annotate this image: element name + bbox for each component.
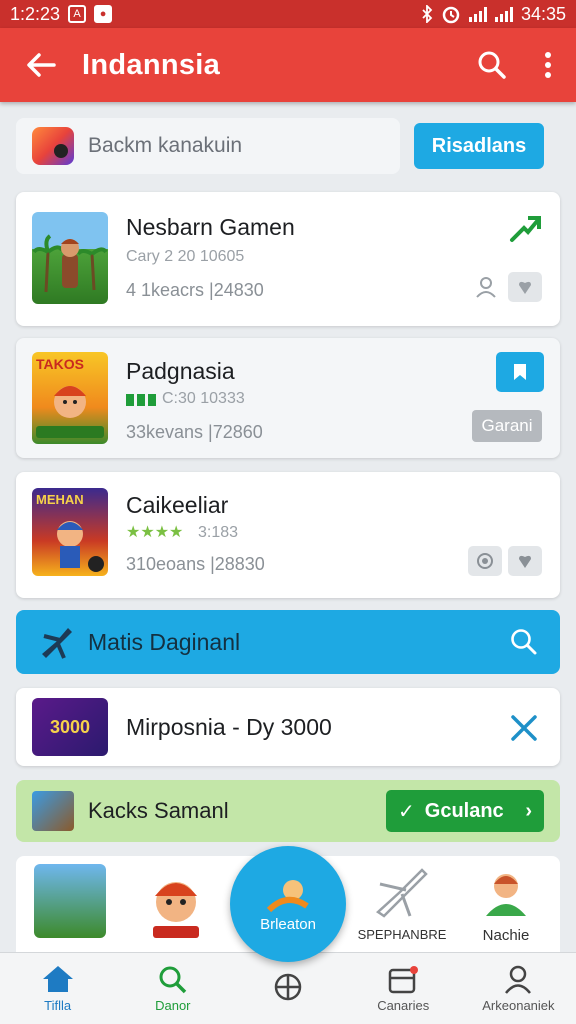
game-card[interactable]: TAKOS Padgnasia C:30 10333 33kevans |728… xyxy=(16,338,560,458)
app-bar: Indannsia xyxy=(0,28,576,102)
game-icon xyxy=(34,864,106,938)
nav-label: Arkeonaniek xyxy=(482,998,555,1013)
bluetooth-icon xyxy=(422,5,433,23)
page-title: Indannsia xyxy=(82,48,221,81)
game-title: Caikeeliar xyxy=(126,492,229,518)
game-meta: 3:183 xyxy=(198,524,239,541)
game-stats: 33kevans |72860 xyxy=(126,422,263,442)
game-stats: 310eoans |28830 xyxy=(126,554,265,574)
back-button[interactable] xyxy=(0,28,82,102)
app-shortcut[interactable] xyxy=(126,864,226,947)
favorite-button[interactable] xyxy=(508,546,542,576)
check-icon: ✓ xyxy=(398,800,415,823)
game-meta: C:30 10333 xyxy=(162,390,245,407)
overflow-menu-button[interactable] xyxy=(520,28,576,102)
game-title: Nesbarn Gamen xyxy=(126,214,295,240)
bookmark-button[interactable] xyxy=(496,352,544,392)
game-thumbnail: MEHAN xyxy=(32,488,108,576)
bottom-nav: Tiflla Danor Canaries Arkeonaniek xyxy=(0,952,576,1024)
bookmark-icon xyxy=(514,364,526,380)
chevron-right-icon: › xyxy=(525,799,532,822)
signal-icon xyxy=(468,6,487,22)
game-thumbnail: TAKOS xyxy=(32,352,108,444)
message-icon: ● xyxy=(94,5,113,23)
search-icon xyxy=(159,966,187,994)
nav-home[interactable]: Tiflla xyxy=(0,953,115,1024)
globe-icon xyxy=(477,553,493,569)
share-button[interactable] xyxy=(468,546,502,576)
status-time: 1:2:23 xyxy=(10,3,61,24)
app-shortcut[interactable]: SPEPHANBRE xyxy=(352,864,452,942)
search-text: Backm kanakuin xyxy=(88,134,243,157)
home-icon xyxy=(42,966,73,992)
search-submit-button[interactable]: Risadlans xyxy=(414,123,544,169)
game-stats: 4 1keacrs |24830 xyxy=(126,280,264,300)
search-row: Backm kanakuin Risadlans xyxy=(16,118,560,174)
search-input[interactable]: Backm kanakuin xyxy=(16,118,400,174)
banner-game-icon xyxy=(32,791,74,831)
search-icon[interactable] xyxy=(510,628,538,656)
install-button[interactable]: Garani xyxy=(472,410,542,442)
promo-title: Mirposnia - Dy 3000 xyxy=(126,714,332,740)
nav-label: Danor xyxy=(155,998,191,1013)
app-label: SPEPHANBRE xyxy=(357,927,447,942)
game-card[interactable]: MEHAN Caikeeliar ★★★★ 3:183 310eoans |28… xyxy=(16,472,560,598)
nav-label: Canaries xyxy=(377,998,430,1013)
plane-icon xyxy=(375,868,428,918)
go-button[interactable]: ✓ Gculanc › xyxy=(386,790,544,832)
promo-banner[interactable]: Kacks Samanl ✓ Gculanc › xyxy=(16,780,560,842)
promo-thumb-text: 3000 xyxy=(49,716,91,737)
trending-arrow-icon[interactable] xyxy=(508,214,542,244)
mascot-icon xyxy=(266,879,309,912)
app-shortcut[interactable]: Nachie xyxy=(456,864,556,944)
favorite-button[interactable] xyxy=(508,272,542,302)
nav-label: Tiflla xyxy=(44,998,72,1013)
app-label: Nachie xyxy=(482,927,530,944)
promo-thumbnail: 3000 xyxy=(32,698,108,756)
status-bar: 1:2:23 A ● 34:35 xyxy=(0,0,576,28)
arrow-left-icon xyxy=(27,53,56,77)
close-icon[interactable] xyxy=(510,714,538,742)
app-shortcut[interactable] xyxy=(20,864,120,940)
heart-icon xyxy=(519,555,531,568)
girl-character-icon xyxy=(486,874,526,916)
search-icon xyxy=(478,51,506,79)
thumb-title-text: MEHAN xyxy=(36,492,84,507)
status-clock: 34:35 xyxy=(520,3,566,24)
crosshair-icon xyxy=(274,973,302,1000)
game-card[interactable]: Nesbarn Gamen Cary 2 20 10605 4 1keacrs … xyxy=(16,192,560,326)
palm-scene-icon xyxy=(32,234,108,293)
banner-label: Kacks Samanl xyxy=(88,798,229,823)
promo-card[interactable]: 3000 Mirposnia - Dy 3000 xyxy=(16,688,560,766)
fab-label: Brleaton xyxy=(260,915,316,933)
game-app-icon xyxy=(32,127,74,165)
game-meta: Cary 2 20 10605 xyxy=(126,248,245,265)
more-vert-icon xyxy=(545,52,551,78)
nav-search[interactable]: Danor xyxy=(115,953,230,1024)
person-icon xyxy=(505,965,532,994)
jet-icon xyxy=(42,628,72,659)
game-thumbnail xyxy=(32,212,108,304)
inbox-icon xyxy=(388,966,419,994)
search-button[interactable] xyxy=(464,28,520,102)
thumb-title-text: TAKOS xyxy=(36,356,84,372)
nav-categories[interactable]: Canaries xyxy=(346,953,461,1024)
nav-center[interactable] xyxy=(230,953,345,1024)
alarm-icon xyxy=(442,6,460,24)
go-button-label: Gculanc xyxy=(424,799,504,822)
game-title: Padgnasia xyxy=(126,358,235,384)
featured-banner[interactable]: Matis Daginanl xyxy=(16,610,560,674)
character-icon xyxy=(153,882,199,938)
rating-bars xyxy=(126,394,156,406)
banner-label: Matis Daginanl xyxy=(88,628,241,655)
user-icon[interactable] xyxy=(474,276,498,298)
fab-button[interactable]: Brleaton xyxy=(230,846,346,962)
nav-account[interactable]: Arkeonaniek xyxy=(461,953,576,1024)
star-rating: ★★★★ xyxy=(126,524,184,541)
notification-icon: A xyxy=(68,5,87,23)
signal-icon-2 xyxy=(494,6,513,22)
heart-icon xyxy=(519,281,531,294)
